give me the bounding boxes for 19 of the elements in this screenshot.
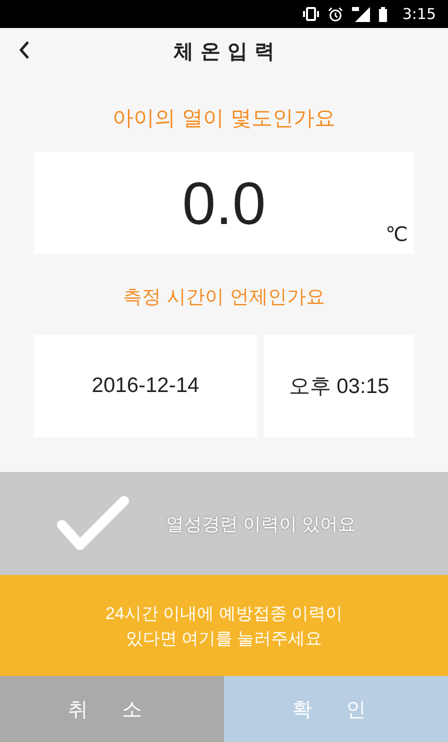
time-field[interactable]: 오후 03:15 <box>264 335 414 437</box>
temperature-value: 0.0 <box>182 168 266 238</box>
alarm-icon <box>328 6 344 22</box>
screen-title: 체 온 입 력 <box>174 38 274 64</box>
temperature-unit: ℃ <box>386 222 408 246</box>
vaccination-button[interactable]: 24시간 이내에 예방접종 이력이 있다면 여기를 눌러주세요 <box>0 575 448 676</box>
vaccination-text: 24시간 이내에 예방접종 이력이 <box>105 602 343 624</box>
vibrate-icon <box>303 7 320 21</box>
back-icon <box>18 40 30 60</box>
temperature-field[interactable]: 0.0 ℃ <box>34 152 414 254</box>
date-field[interactable]: 2016-12-14 <box>34 335 257 437</box>
time-question: 측정 시간이 언제인가요 <box>122 285 326 310</box>
vaccination-text: 있다면 여기를 눌러주세요 <box>126 628 322 650</box>
cancel-button[interactable]: 취 소 <box>0 676 224 742</box>
confirm-button[interactable]: 확 인 <box>224 676 448 742</box>
lte-signal-icon <box>352 6 370 22</box>
status-time: 3:15 <box>402 5 436 23</box>
battery-icon <box>379 6 388 22</box>
temperature-question: 아이의 열이 몇도인가요 <box>111 105 337 132</box>
